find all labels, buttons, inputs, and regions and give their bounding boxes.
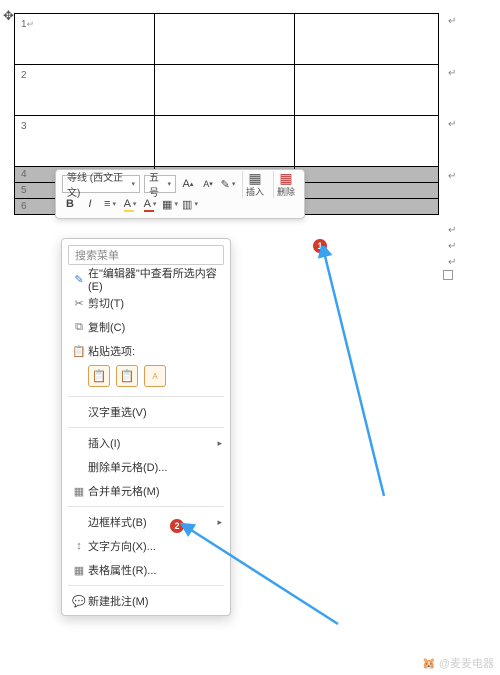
underline-button[interactable]: ≡: [102, 196, 118, 212]
paste-text-only-button[interactable]: A: [144, 365, 166, 387]
menu-search-input[interactable]: 搜索菜单: [68, 245, 224, 265]
menu-delete-cells[interactable]: 删除单元格(D)...: [62, 455, 230, 479]
border-button[interactable]: ▦: [162, 196, 178, 212]
editor-icon: ✎: [70, 273, 88, 286]
menu-label: 合并单元格(M): [88, 483, 220, 499]
menu-label: 粘贴选项:: [88, 343, 220, 359]
copy-icon: ⧉: [70, 321, 88, 334]
watermark: 🐹 @麦麦电器: [422, 655, 494, 671]
delete-label: 删除: [277, 185, 295, 198]
arrow-to-badge-1: [300, 246, 400, 506]
grid-icon: ▦: [70, 485, 88, 498]
menu-text-direction[interactable]: ↕ 文字方向(X)...: [62, 534, 230, 558]
para-mark-icon: ↵: [27, 19, 35, 29]
format-painter-button[interactable]: ✎: [220, 176, 236, 192]
menu-label: 剪切(T): [88, 295, 220, 311]
shrink-font-button[interactable]: A▾: [200, 176, 216, 192]
menu-label: 在"编辑器"中查看所选内容(E): [88, 265, 220, 293]
delete-group[interactable]: ▦ 删除: [273, 171, 298, 198]
menu-label: 文字方向(X)...: [88, 538, 220, 554]
font-size-select[interactable]: 五号: [144, 175, 176, 193]
paste-merge-button[interactable]: 📋: [116, 365, 138, 387]
menu-label: 复制(C): [88, 319, 220, 335]
paste-keep-source-button[interactable]: 📋: [88, 365, 110, 387]
insert-group[interactable]: ▦ 插入: [242, 171, 267, 198]
menu-editor-view[interactable]: ✎ 在"编辑器"中查看所选内容(E): [62, 267, 230, 291]
row-num: 2: [21, 70, 27, 81]
font-name-select[interactable]: 等线 (西文正文): [62, 175, 140, 193]
table-row: 1↵: [15, 14, 439, 65]
insert-menu-button[interactable]: ▥: [182, 196, 198, 212]
menu-merge-cells[interactable]: ▦ 合并单元格(M): [62, 479, 230, 503]
table-row: 2: [15, 65, 439, 116]
table-icon: ▦: [70, 564, 88, 577]
menu-separator: [68, 506, 224, 507]
menu-copy[interactable]: ⧉ 复制(C): [62, 315, 230, 339]
row-num: 5: [21, 185, 27, 196]
menu-table-properties[interactable]: ▦ 表格属性(R)...: [62, 558, 230, 582]
table-resize-handle[interactable]: [443, 270, 453, 280]
italic-button[interactable]: I: [82, 196, 98, 212]
scissors-icon: ✂: [70, 297, 88, 310]
menu-label: 插入(I): [88, 435, 220, 451]
comment-icon: 💬: [70, 595, 88, 608]
font-color-button[interactable]: A: [142, 196, 158, 212]
menu-new-comment[interactable]: 💬 新建批注(M): [62, 589, 230, 613]
table-move-handle[interactable]: ✥: [3, 8, 14, 24]
annotation-badge-1: 1: [313, 239, 327, 253]
row-num: 6: [21, 201, 27, 212]
menu-separator: [68, 396, 224, 397]
menu-separator: [68, 427, 224, 428]
paste-options-row: 📋 📋 A: [62, 363, 230, 393]
menu-border-style[interactable]: 边框样式(B): [62, 510, 230, 534]
delete-table-icon: ▦: [279, 171, 292, 185]
table-row: 3: [15, 116, 439, 167]
mini-toolbar: 等线 (西文正文) 五号 A▴ A▾ ✎ ▦ 插入 ▦ 删除 B I ≡ A A…: [55, 169, 305, 219]
menu-label: 删除单元格(D)...: [88, 459, 220, 475]
insert-label: 插入: [246, 185, 264, 198]
menu-chinese-reselect[interactable]: 汉字重选(V): [62, 400, 230, 424]
highlight-button[interactable]: A: [122, 196, 138, 212]
menu-label: 边框样式(B): [88, 514, 220, 530]
context-menu: 搜索菜单 ✎ 在"编辑器"中查看所选内容(E) ✂ 剪切(T) ⧉ 复制(C) …: [61, 238, 231, 616]
text-direction-icon: ↕: [70, 540, 88, 552]
menu-cut[interactable]: ✂ 剪切(T): [62, 291, 230, 315]
menu-paste-options: 📋 粘贴选项:: [62, 339, 230, 363]
menu-insert[interactable]: 插入(I): [62, 431, 230, 455]
menu-label: 汉字重选(V): [88, 404, 220, 420]
row-num: 4: [21, 169, 27, 180]
menu-label: 新建批注(M): [88, 593, 220, 609]
row-num: 3: [21, 121, 27, 132]
bold-button[interactable]: B: [62, 196, 78, 212]
grow-font-button[interactable]: A▴: [180, 176, 196, 192]
clipboard-icon: 📋: [70, 345, 88, 358]
annotation-badge-2: 2: [170, 519, 184, 533]
menu-label: 表格属性(R)...: [88, 562, 220, 578]
insert-table-icon: ▦: [248, 171, 261, 185]
menu-separator: [68, 585, 224, 586]
